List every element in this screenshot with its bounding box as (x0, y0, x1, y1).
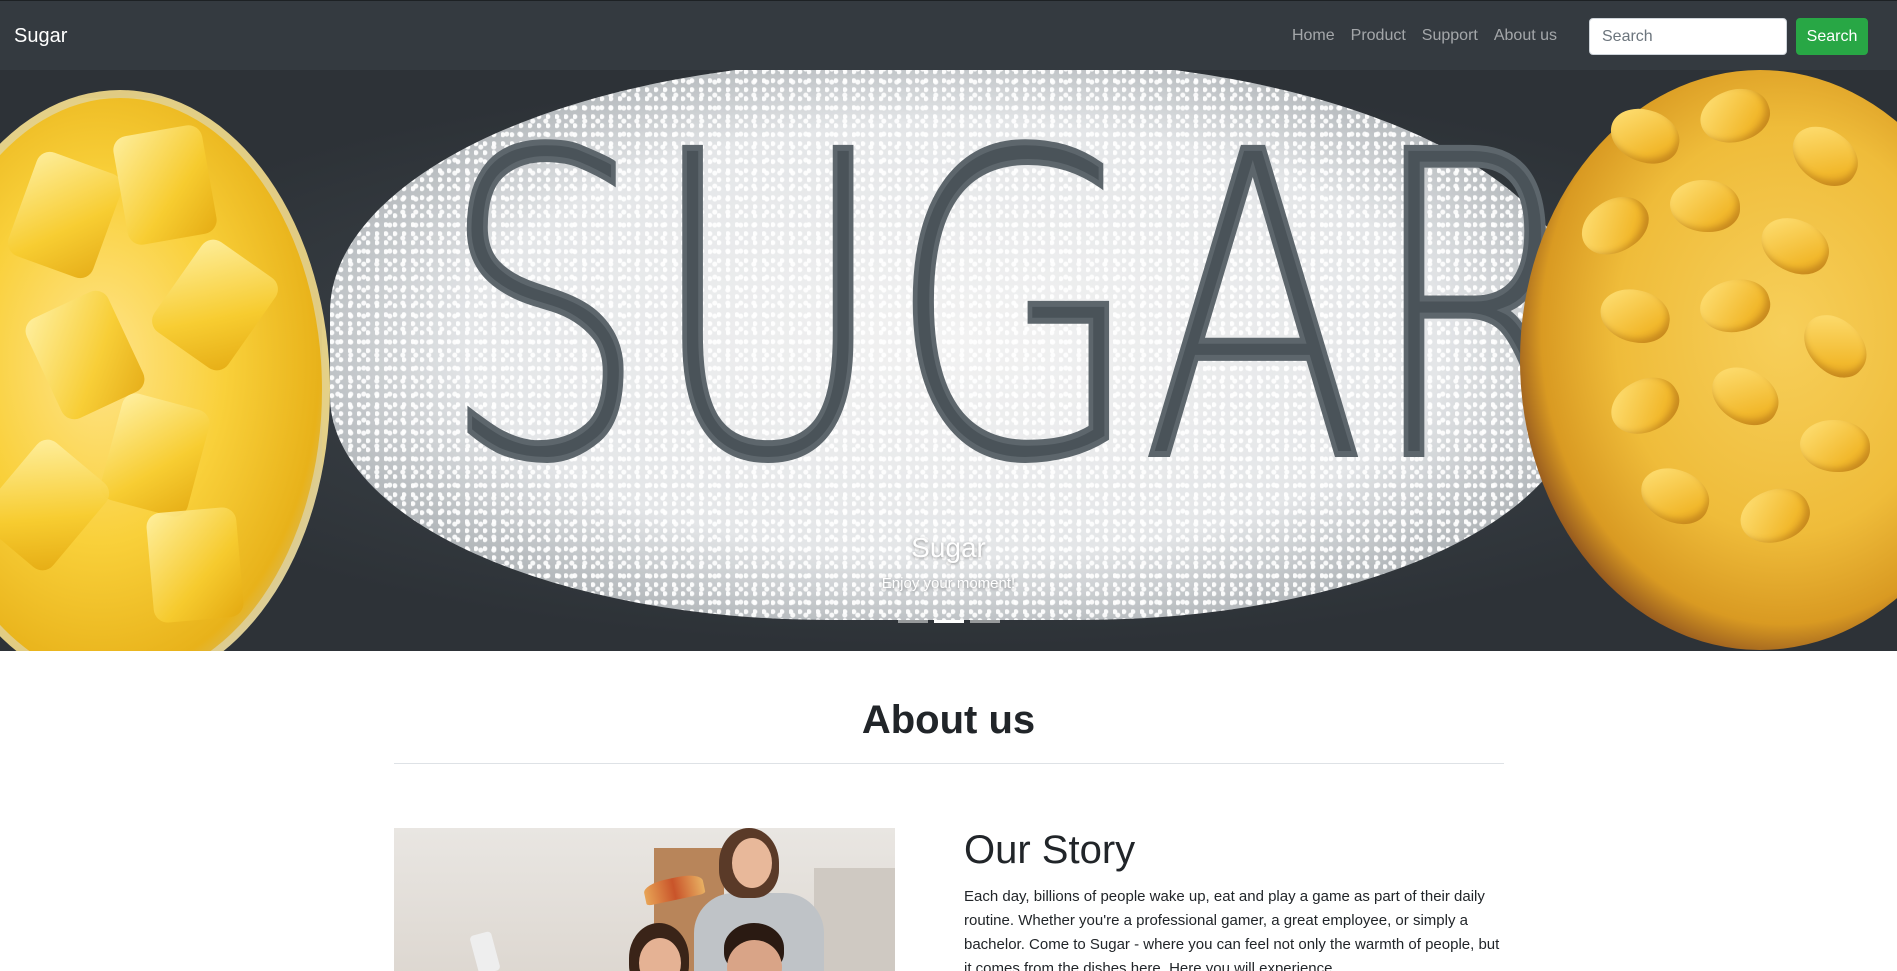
about-heading: About us (861, 698, 1036, 742)
search-input[interactable] (1589, 18, 1787, 55)
search-button[interactable]: Search (1796, 18, 1868, 55)
nav-link-product[interactable]: Product (1343, 27, 1414, 45)
brand-link[interactable]: Sugar (14, 25, 67, 48)
sugar-written-in-sugar: SUGAR (438, 70, 1596, 554)
carousel-indicators (0, 620, 1897, 623)
carousel-caption-subtitle: Enjoy your moment! (881, 575, 1016, 592)
nav-link-home[interactable]: Home (1284, 27, 1343, 45)
phone-shape (469, 930, 501, 971)
carousel-indicator-1[interactable] (897, 620, 928, 623)
navbar: Sugar Home Product Support About us Sear… (0, 0, 1897, 70)
pineapple-chunk (145, 506, 245, 624)
person-face (732, 838, 772, 888)
pineapple-chunk (111, 123, 219, 247)
story-text: Each day, billions of people wake up, ea… (964, 888, 1500, 971)
cornflake (1800, 420, 1870, 472)
about-divider (394, 763, 1504, 764)
hero-carousel[interactable]: SUGAR Sugar Enjoy your moment! (0, 70, 1897, 651)
nav-link-support[interactable]: Support (1414, 27, 1486, 45)
cabinet-shape (814, 868, 895, 971)
nav-link-about-us[interactable]: About us (1486, 27, 1565, 45)
carousel-indicator-3[interactable] (969, 620, 1000, 623)
carousel-caption-title: Sugar (911, 532, 986, 563)
story-title: Our Story (964, 828, 1136, 872)
cornflake (1670, 180, 1740, 232)
friends-eating-image (394, 828, 895, 971)
carousel-indicator-2[interactable] (933, 620, 964, 623)
nav-links: Home Product Support About us (1284, 27, 1565, 45)
